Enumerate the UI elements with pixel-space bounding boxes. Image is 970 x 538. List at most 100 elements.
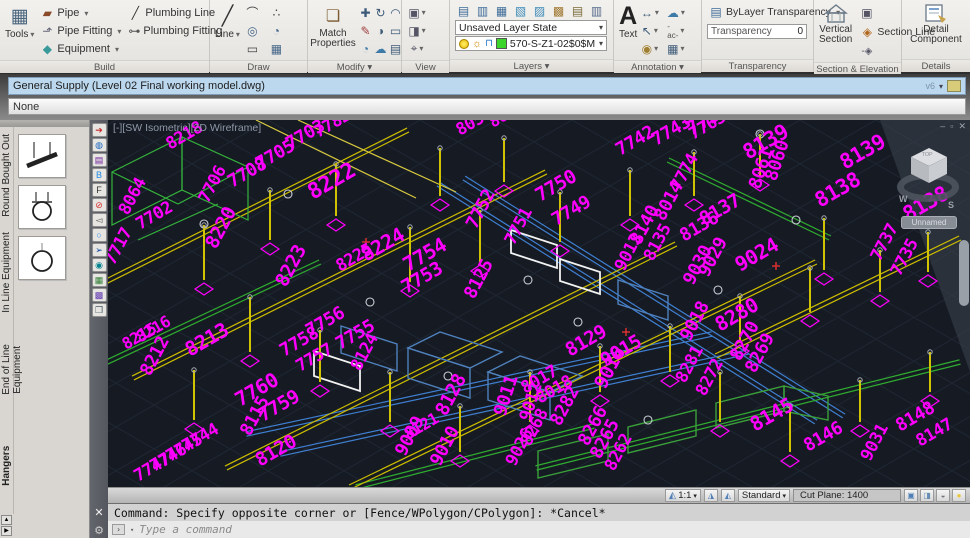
restore-icon[interactable]: ▫ <box>950 121 953 132</box>
text-button[interactable]: A Text <box>617 2 639 56</box>
vertical-section-button[interactable]: Vertical Section <box>817 2 854 56</box>
quick-view-icon[interactable]: ◨ <box>920 489 934 502</box>
model-space-icon[interactable]: ▣ <box>904 489 918 502</box>
command-history-line[interactable]: Command: Specify opposite corner or [Fen… <box>108 504 970 521</box>
rectangle-icon[interactable]: ▭ <box>244 40 261 57</box>
plumbing-line-button[interactable]: ╱ Plumbing Line <box>126 4 222 22</box>
palette-item-ring-hanger[interactable] <box>18 236 66 280</box>
panel-label-view[interactable]: View <box>402 60 449 73</box>
viewport-view-label[interactable]: [-][SW Isometric][2D Wireframe] <box>113 122 261 134</box>
panel-label-transparency[interactable]: Transparency <box>702 59 813 72</box>
panel-label-layers[interactable]: Layers ▾ <box>450 59 613 72</box>
circle-icon[interactable]: ◎ <box>244 22 261 39</box>
no-entry-icon[interactable]: ⊘ <box>92 198 107 212</box>
command-close-button[interactable]: ✕ <box>88 504 109 521</box>
window-tile-icon[interactable]: ❒ <box>92 303 107 317</box>
orbit-eye-icon[interactable]: ◉ <box>92 258 107 272</box>
panel-label-draw[interactable]: Draw <box>210 60 307 73</box>
layer-isolate-icon[interactable]: ▥ <box>474 2 491 19</box>
text-mask-icon[interactable]: -ac- <box>667 22 684 39</box>
layer-colors-icon[interactable]: ▤ <box>92 153 107 167</box>
panel-label-annotation[interactable]: Annotation ▾ <box>614 60 701 73</box>
zoom-extents-icon[interactable]: ⌖ <box>409 40 426 57</box>
fillet-tool-icon[interactable]: F <box>92 183 107 197</box>
plumbing-fitting-button[interactable]: ⊶ Plumbing Fitting <box>126 22 222 40</box>
named-views-icon[interactable]: ◨ <box>409 22 426 39</box>
viewcube-cube[interactable]: TOP <box>911 148 947 188</box>
line-button[interactable]: ╱ Line <box>213 2 242 56</box>
navigation-scroll-handle[interactable] <box>959 240 969 306</box>
dimension-icon[interactable]: ↔ <box>641 4 658 21</box>
ellipse-icon[interactable]: ◔ <box>268 22 285 39</box>
panel-display-icon[interactable]: ▩ <box>92 288 107 302</box>
viewcube-ucs-pill[interactable]: Unnamed <box>901 216 957 229</box>
layer-properties-icon[interactable]: ▤ <box>455 2 472 19</box>
palette-tab-end-of-line-equipment[interactable]: End of Line Equipment <box>0 321 14 418</box>
drawing-tab-secondary[interactable]: None <box>8 98 966 115</box>
layer-lock-icon[interactable]: ▩ <box>550 2 567 19</box>
detail-component-button[interactable]: Detail Component <box>908 2 964 56</box>
ui-lock-icon[interactable]: ◒ <box>936 489 950 502</box>
layer-freeze-icon[interactable]: ▧ <box>512 2 529 19</box>
triangle-view-icon[interactable]: ◅ <box>92 213 107 227</box>
match-properties-button[interactable]: ❏ Match Properties <box>311 2 355 56</box>
palette-item-trapeze-hanger[interactable] <box>18 134 66 178</box>
standard-combo[interactable]: Standard ▾ <box>738 489 790 502</box>
tools-button[interactable]: ▦ Tools <box>3 2 36 56</box>
table-icon[interactable]: ▦ <box>667 40 684 57</box>
redline-arrow-icon[interactable]: ➔ <box>92 123 107 137</box>
panel-label-build[interactable]: Build <box>0 60 209 73</box>
palette-item-clevis-hanger[interactable] <box>18 185 66 229</box>
panel-label-modify[interactable]: Modify ▾ <box>308 60 401 73</box>
compass-south-label[interactable]: S <box>948 200 954 210</box>
pipe-fitting-button[interactable]: ⬏ Pipe Fitting <box>38 22 126 40</box>
annotation-scale-button[interactable]: ◭ 1:1 ▾ <box>665 489 701 502</box>
compass-west-label[interactable]: W <box>899 194 908 204</box>
drawing-tab-active[interactable]: General Supply (Level 02 Final working m… <box>8 77 966 95</box>
hardware-light-icon[interactable]: ● <box>952 489 966 502</box>
viewport-icon[interactable]: ▣ <box>409 4 426 21</box>
palette-tab-in-line-equipment[interactable]: In Line Equipment <box>0 224 14 321</box>
multileader-icon[interactable]: ↖ <box>641 22 658 39</box>
revision-cloud-icon[interactable]: ☁ <box>667 4 684 21</box>
palette-tab-hangers[interactable]: Hangers <box>0 417 14 514</box>
close-icon[interactable]: ✕ <box>958 121 966 132</box>
palette-scroll-right-button[interactable]: ▶ <box>1 526 12 536</box>
palette-grip[interactable] <box>0 120 89 127</box>
palette-tab-round-bought-out[interactable]: Round Bought Out <box>0 127 14 224</box>
drawing-viewport[interactable]: 7739813981398060806181388138813781369024… <box>108 120 970 487</box>
current-layer-combo[interactable]: ☼ ⊓ 570-S-Z1-02$0$M ▾ <box>455 36 607 51</box>
block-edit-icon[interactable]: B <box>92 168 107 182</box>
palette-scroll-up-button[interactable]: ▲ <box>1 515 12 525</box>
cut-plane-field[interactable]: Cut Plane: 1400 <box>793 489 901 502</box>
customize-icon[interactable]: ⚙ <box>88 522 110 538</box>
autoscale-icon[interactable]: ◭ <box>721 489 735 502</box>
command-input-line[interactable]: › ▾ Type a command <box>108 521 970 538</box>
annotation-visibility-icon[interactable]: ◮ <box>704 489 718 502</box>
hatch-icon[interactable]: ▦ <box>268 40 285 57</box>
equipment-button[interactable]: ◆ Equipment <box>38 40 126 58</box>
layer-off-icon[interactable]: ▨ <box>531 2 548 19</box>
model-canvas[interactable]: 7739813981398060806181388138813781369024… <box>108 120 970 487</box>
elevation-line-icon[interactable]: -◈ <box>858 43 875 60</box>
minimize-icon[interactable]: – <box>940 121 945 132</box>
zoom-window-icon[interactable]: ◍ <box>92 138 107 152</box>
layer-unisolate-icon[interactable]: ▦ <box>493 2 510 19</box>
arc-icon[interactable]: ⌒ <box>244 4 261 21</box>
pipe-button[interactable]: ▰ Pipe <box>38 4 126 22</box>
zoom-object-icon[interactable]: ○ <box>92 228 107 242</box>
panel-label-details[interactable]: Details <box>902 59 970 72</box>
layer-prev-icon[interactable]: ▤ <box>569 2 586 19</box>
drawing-bar-icon[interactable] <box>947 80 961 92</box>
chevron-down-icon[interactable]: ▾ <box>939 82 943 91</box>
section-box-icon[interactable]: ▣ <box>858 4 875 21</box>
bubble-icon[interactable]: ◉ <box>641 40 658 57</box>
chevron-down-icon[interactable]: ▾ <box>130 526 134 534</box>
transparency-field[interactable]: Transparency 0 <box>707 24 807 39</box>
layer-match-icon[interactable]: ▥ <box>588 2 605 19</box>
viewcube[interactable]: W S TOP Unnamed <box>896 142 962 238</box>
point-icon[interactable]: ∴ <box>268 4 285 21</box>
select-arrow-icon[interactable]: ➢ <box>92 243 107 257</box>
layer-state-combo[interactable]: Unsaved Layer State ▾ <box>455 20 607 35</box>
grid-display-icon[interactable]: ▦ <box>92 273 107 287</box>
